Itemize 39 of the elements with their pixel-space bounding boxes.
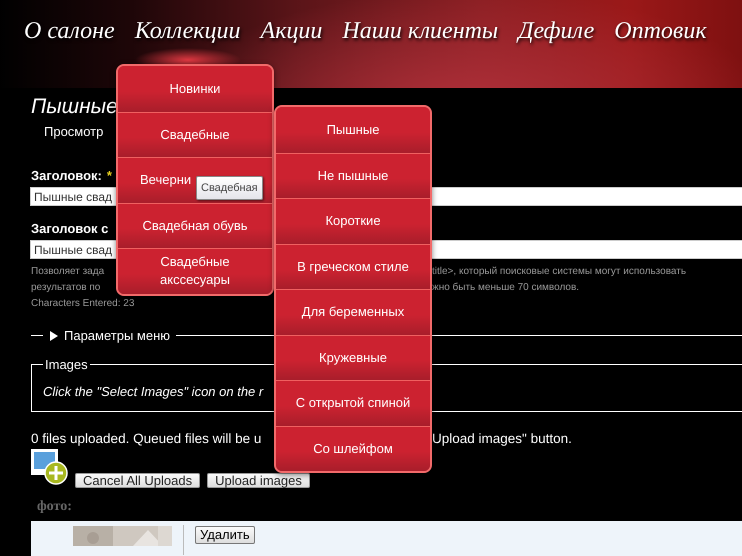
status-text: 0 files uploaded. Queued files will be u [31, 431, 262, 447]
menu-item[interactable]: Для беременных [276, 289, 430, 334]
view-tab[interactable]: Просмотр [44, 124, 104, 140]
menu-item[interactable]: Свадебные акссесуары [118, 248, 272, 294]
panel-legend: Images [43, 357, 90, 372]
hint-text: Click the "Select Images" icon on the r [43, 384, 264, 399]
field-label: Заголовок: [31, 167, 102, 185]
nav-link[interactable]: Оптовик [614, 16, 707, 72]
menu-item[interactable]: Не пышные [276, 152, 430, 198]
menu-item[interactable]: Короткие [276, 198, 430, 244]
tooltip: Свадебная [196, 176, 263, 200]
help-text: title>, который поисковые системы могут использовать [432, 265, 686, 279]
delete-button[interactable]: Удалить [195, 526, 255, 544]
menu-item[interactable]: С открытой спиной [276, 380, 430, 426]
nav-link[interactable]: Наши клиенты [342, 16, 498, 72]
status-text: Upload images" button. [432, 431, 572, 447]
menu-item[interactable]: Свадебные [118, 112, 272, 157]
add-image-icon[interactable] [31, 449, 68, 485]
help-text: жно быть меньше 70 символов. [432, 281, 580, 295]
required-marker: * [106, 167, 112, 185]
nav-link[interactable]: Дефиле [518, 16, 594, 72]
upload-button[interactable]: Upload images [207, 473, 310, 488]
character-count: Characters Entered: 23 [31, 297, 136, 311]
nav-link[interactable]: О салоне [24, 16, 115, 72]
cancel-uploads-button[interactable]: Cancel All Uploads [75, 473, 200, 488]
menu-item[interactable]: Кружевные [276, 334, 430, 380]
menu-item[interactable]: В греческом стиле [276, 244, 430, 289]
menu-item[interactable]: Вечерни Свадебная [118, 157, 272, 202]
page-title: Пышные [31, 95, 118, 119]
help-text: Позволяет зада [31, 265, 104, 279]
menu-item[interactable]: Со шлейфом [276, 426, 430, 471]
expand-arrow-icon[interactable] [49, 330, 58, 340]
field-label: Заголовок с [31, 220, 108, 238]
menu-item[interactable]: Пышные [276, 107, 430, 152]
help-text: результатов по [31, 281, 100, 295]
menu-item[interactable]: Свадебная обувь [118, 202, 272, 248]
section-title[interactable]: Параметры меню [64, 328, 170, 343]
menu-item[interactable]: Новинки [118, 66, 272, 112]
photo-label: фото: [37, 499, 73, 515]
